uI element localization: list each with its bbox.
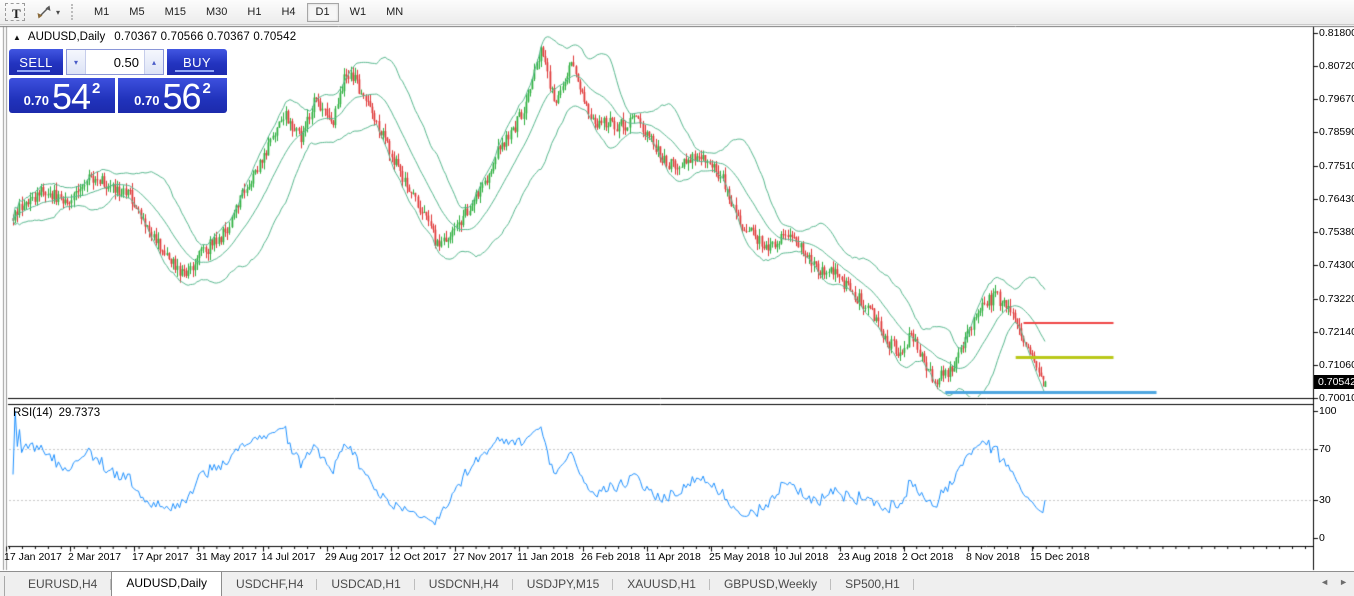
sell-price-point: 2 (92, 80, 100, 97)
price-axis-label: 0.73220 (1319, 293, 1354, 305)
rsi-indicator-label: RSI(14) 29.7373 (13, 407, 100, 419)
sell-button[interactable]: SELL (9, 49, 63, 75)
price-axis-label: 0.74300 (1319, 259, 1354, 271)
rsi-axis-label: 0 (1319, 532, 1325, 544)
price-axis-label: 0.75380 (1319, 226, 1354, 238)
chart-tab-usdchf-h4[interactable]: USDCHF,H4 (222, 573, 317, 596)
collapse-triangle-icon[interactable]: ▲ (13, 33, 21, 42)
buy-price-base: 0.70 (134, 93, 159, 108)
chart-tab-usdjpy-m15[interactable]: USDJPY,M15 (513, 573, 613, 596)
one-click-trading-widget: SELL ▾ ▴ BUY 0.70 54 2 0.70 56 2 (9, 49, 227, 113)
timeframe-button-m30[interactable]: M30 (197, 3, 236, 22)
chart-tab-usdcnh-h4[interactable]: USDCNH,H4 (415, 573, 513, 596)
price-axis-label: 0.78590 (1319, 126, 1354, 138)
current-price-tag: 0.70542 (1314, 375, 1354, 389)
tab-scroll-left-icon[interactable]: ◄ (1320, 577, 1329, 587)
timeframe-button-m15[interactable]: M15 (156, 3, 195, 22)
sell-button-label: SELL (19, 55, 52, 70)
chart-tab-eurusd-h4[interactable]: EURUSD,H4 (14, 573, 111, 596)
timeframe-button-h1[interactable]: H1 (238, 3, 270, 22)
date-axis-label: 17 Jan 2017 (4, 551, 62, 563)
volume-input[interactable] (86, 50, 144, 74)
timeframe-button-group: M1M5M15M30H1H4D1W1MN (84, 3, 413, 22)
price-axis-label: 0.79670 (1319, 93, 1354, 105)
date-axis-label: 14 Jul 2017 (261, 551, 315, 563)
date-axis-label: 12 Oct 2017 (389, 551, 446, 563)
price-axis-label: 0.70010 (1319, 392, 1354, 404)
buy-button-label: BUY (183, 55, 211, 70)
buy-price-point: 2 (203, 80, 211, 97)
timeframe-button-m1[interactable]: M1 (85, 3, 118, 22)
chart-symbol-title: AUDUSD,Daily (28, 31, 105, 43)
chart-tab-xauusd-h1[interactable]: XAUUSD,H1 (613, 573, 710, 596)
top-toolbar: T ▾ M1M5M15M30H1H4D1W1MN (0, 0, 1354, 25)
price-axis-label: 0.80720 (1319, 60, 1354, 72)
chart-tab-audusd-daily[interactable]: AUDUSD,Daily (111, 571, 222, 596)
volume-decrease-button[interactable]: ▾ (67, 50, 86, 74)
sell-price-pips: 54 (52, 81, 90, 113)
chart-tabs: EURUSD,H4AUDUSD,DailyUSDCHF,H4USDCAD,H1U… (14, 571, 914, 596)
date-axis-label: 27 Nov 2017 (453, 551, 513, 563)
chart-tab-usdcad-h1[interactable]: USDCAD,H1 (317, 573, 414, 596)
date-axis-label: 17 Apr 2017 (132, 551, 189, 563)
price-axis-label: 0.72140 (1319, 326, 1354, 338)
date-axis-label: 26 Feb 2018 (581, 551, 640, 563)
volume-control: ▾ ▴ (66, 49, 164, 75)
date-axis-label: 23 Aug 2018 (838, 551, 897, 563)
sell-price-base: 0.70 (24, 93, 49, 108)
buy-price-panel[interactable]: 0.70 56 2 (118, 78, 227, 113)
diagonal-arrows-icon (35, 4, 53, 20)
price-axis-label: 0.81800 (1319, 27, 1354, 39)
timeframe-button-w1[interactable]: W1 (341, 3, 376, 22)
buy-price-pips: 56 (162, 81, 200, 113)
mt4-window: T ▾ M1M5M15M30H1H4D1W1MN ▲ AUDUSD,Daily … (0, 0, 1354, 596)
price-axis-label: 0.76430 (1319, 193, 1354, 205)
chart-ohlc-values: 0.70367 0.70566 0.70367 0.70542 (114, 31, 296, 43)
date-axis-label: 25 May 2018 (709, 551, 770, 563)
timeframe-button-m5[interactable]: M5 (120, 3, 153, 22)
date-axis-label: 11 Jan 2018 (517, 551, 574, 563)
timeframe-button-d1[interactable]: D1 (307, 3, 339, 22)
tab-scroll-right-icon[interactable]: ► (1339, 577, 1348, 587)
timeframe-button-h4[interactable]: H4 (272, 3, 304, 22)
chart-tab-bar: EURUSD,H4AUDUSD,DailyUSDCHF,H4USDCAD,H1U… (0, 571, 1354, 596)
rsi-axis-label: 30 (1319, 494, 1331, 506)
volume-increase-button[interactable]: ▴ (144, 50, 163, 74)
tab-scroll-nav: ◄ ► (1320, 577, 1348, 587)
sell-price-panel[interactable]: 0.70 54 2 (9, 78, 115, 113)
arrows-tool-button[interactable]: ▾ (33, 4, 62, 20)
price-axis-label: 0.77510 (1319, 160, 1354, 172)
chart-header: ▲ AUDUSD,Daily 0.70367 0.70566 0.70367 0… (13, 31, 296, 43)
rsi-axis-label: 100 (1319, 405, 1337, 417)
date-axis-label: 2 Mar 2017 (68, 551, 121, 563)
date-axis-label: 10 Jul 2018 (774, 551, 828, 563)
timeframe-button-mn[interactable]: MN (377, 3, 412, 22)
dropdown-caret-icon: ▾ (56, 8, 60, 17)
price-axis-label: 0.71060 (1319, 359, 1354, 371)
rsi-name: RSI(14) (13, 407, 53, 419)
date-axis-label: 8 Nov 2018 (966, 551, 1020, 563)
buy-underline (175, 70, 214, 72)
date-axis-label: 11 Apr 2018 (645, 551, 701, 563)
date-axis-label: 2 Oct 2018 (902, 551, 953, 563)
rsi-value: 29.7373 (59, 407, 101, 419)
date-axis-label: 15 Dec 2018 (1030, 551, 1090, 563)
chart-tab-gbpusd-weekly[interactable]: GBPUSD,Weekly (710, 573, 831, 596)
chart-tab-sp500-h1[interactable]: SP500,H1 (831, 573, 914, 596)
sell-underline (17, 70, 50, 72)
text-tool-button[interactable]: T (5, 3, 25, 21)
toolbar-grip (71, 4, 77, 20)
buy-button[interactable]: BUY (167, 49, 227, 75)
date-axis-label: 31 May 2017 (196, 551, 257, 563)
date-axis-label: 29 Aug 2017 (325, 551, 384, 563)
rsi-axis-label: 70 (1319, 443, 1331, 455)
